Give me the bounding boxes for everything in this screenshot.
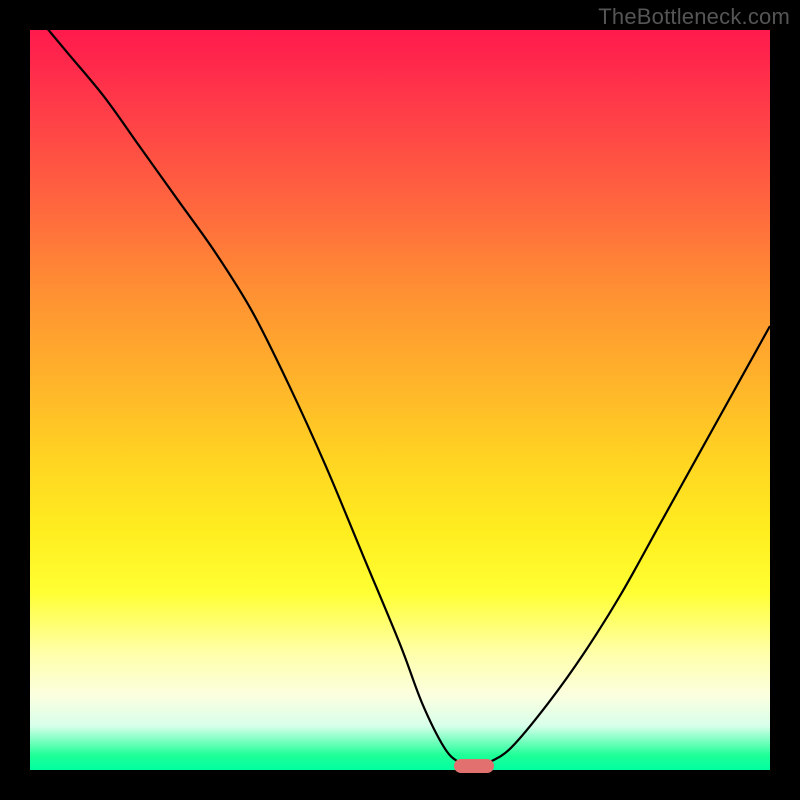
chart-canvas[interactable] (30, 30, 770, 770)
plot-area (30, 30, 770, 770)
chart-frame: TheBottleneck.com (0, 0, 800, 800)
watermark-text: TheBottleneck.com (598, 4, 790, 30)
